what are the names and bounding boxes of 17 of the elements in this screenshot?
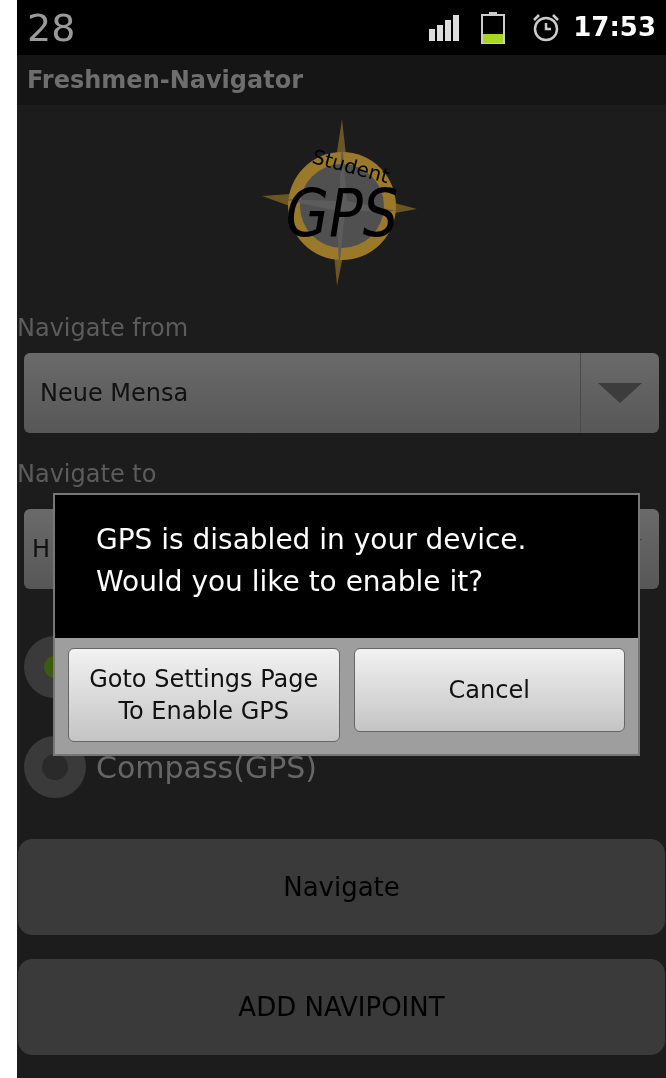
field-label: Navigate to xyxy=(17,459,158,489)
dropdown-value: Neue Mensa xyxy=(39,378,189,409)
dialog-button[interactable]: Cancel xyxy=(353,648,625,732)
action-button[interactable]: Navigate xyxy=(18,839,665,935)
action-button[interactable]: ADD NAVIPOINT xyxy=(18,959,665,1055)
dropdown-value: H xyxy=(31,534,51,565)
signal-icon xyxy=(429,14,462,41)
dropdown[interactable]: Neue Mensa xyxy=(24,353,659,433)
notification-count: 28 xyxy=(27,8,76,47)
dialog-message: GPS is disabled in your device. Would you like to enable it? xyxy=(96,522,528,600)
dialog-button[interactable]: Goto Settings Page To Enable GPS xyxy=(68,648,340,742)
battery-icon xyxy=(481,11,506,44)
clock: 17:53 xyxy=(573,11,656,44)
dropdown-arrow-icon xyxy=(598,383,642,403)
field-label: Navigate from xyxy=(17,313,190,343)
app-title: Freshmen-Navigator xyxy=(27,65,303,96)
radio-label: Compass(GPS) xyxy=(96,748,317,787)
